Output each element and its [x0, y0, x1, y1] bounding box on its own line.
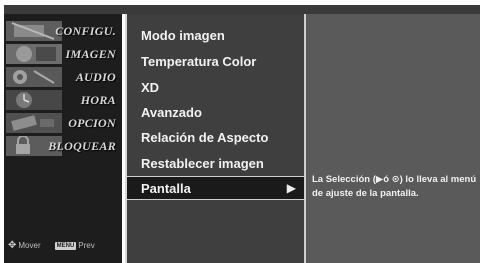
sidebar-item-configu[interactable]: CONFIGU.: [4, 20, 122, 42]
picture-menu: Modo imagen Temperatura Color XD Avanzad…: [125, 14, 304, 263]
prev-hint-label: Prev: [78, 241, 95, 250]
sidebar-item-bloquear[interactable]: BLOQUEAR: [4, 135, 122, 157]
top-bar: [4, 5, 480, 14]
menu-item-label: Restablecer imagen: [141, 155, 264, 171]
sidebar-item-label: IMAGEN: [65, 46, 116, 61]
sidebar-item-label: CONFIGU.: [55, 23, 116, 38]
menu-item-avanzado[interactable]: Avanzado: [127, 100, 304, 124]
menu-item-pantalla[interactable]: Pantalla ▶: [127, 176, 304, 200]
menu-item-label: Modo imagen: [141, 27, 225, 43]
submenu-arrow-icon: ▶: [286, 181, 296, 195]
help-text-line: de ajuste de la pantalla.: [312, 188, 419, 199]
settings-icon: [6, 21, 62, 41]
help-text: La Selección (▶ó ⊙) lo lleva al menú de …: [312, 173, 480, 201]
menu-item-xd[interactable]: XD: [127, 75, 304, 99]
move-arrows-icon: ✥: [8, 240, 17, 251]
sidebar-item-hora[interactable]: HORA: [4, 89, 122, 111]
sidebar-item-audio[interactable]: AUDIO: [4, 66, 122, 88]
sidebar-item-label: BLOQUEAR: [48, 138, 116, 153]
picture-icon: [6, 44, 62, 64]
sidebar-item-label: AUDIO: [75, 69, 116, 84]
clock-icon: [6, 90, 62, 110]
sidebar: CONFIGU. IMAGEN AUDIO HORA OPCION BLOQUE…: [4, 14, 122, 263]
navigation-hints: ✥ Mover MENU Prev: [8, 240, 95, 251]
menu-key-icon: MENU: [54, 241, 77, 250]
help-text-line: La Selección (▶ó ⊙) lo lleva al menú: [312, 174, 477, 185]
menu-item-modo-imagen[interactable]: Modo imagen: [127, 23, 304, 47]
menu-item-label: Temperatura Color: [141, 53, 257, 69]
help-panel: La Selección (▶ó ⊙) lo lleva al menú de …: [304, 14, 480, 263]
move-hint-label: Mover: [18, 241, 41, 250]
menu-item-temperatura-color[interactable]: Temperatura Color: [127, 49, 304, 73]
sidebar-item-label: OPCION: [68, 115, 116, 130]
sidebar-item-opcion[interactable]: OPCION: [4, 112, 122, 134]
menu-item-relacion-de-aspecto[interactable]: Relación de Aspecto: [127, 125, 304, 149]
menu-item-label: Avanzado: [141, 104, 202, 120]
option-icon: [6, 113, 62, 133]
sidebar-item-label: HORA: [80, 92, 116, 107]
audio-icon: [6, 67, 62, 87]
menu-item-restablecer-imagen[interactable]: Restablecer imagen: [127, 151, 304, 175]
sidebar-item-imagen[interactable]: IMAGEN: [4, 43, 122, 65]
menu-item-label: Pantalla: [141, 180, 191, 196]
menu-item-label: XD: [141, 79, 160, 95]
menu-item-label: Relación de Aspecto: [141, 129, 269, 145]
